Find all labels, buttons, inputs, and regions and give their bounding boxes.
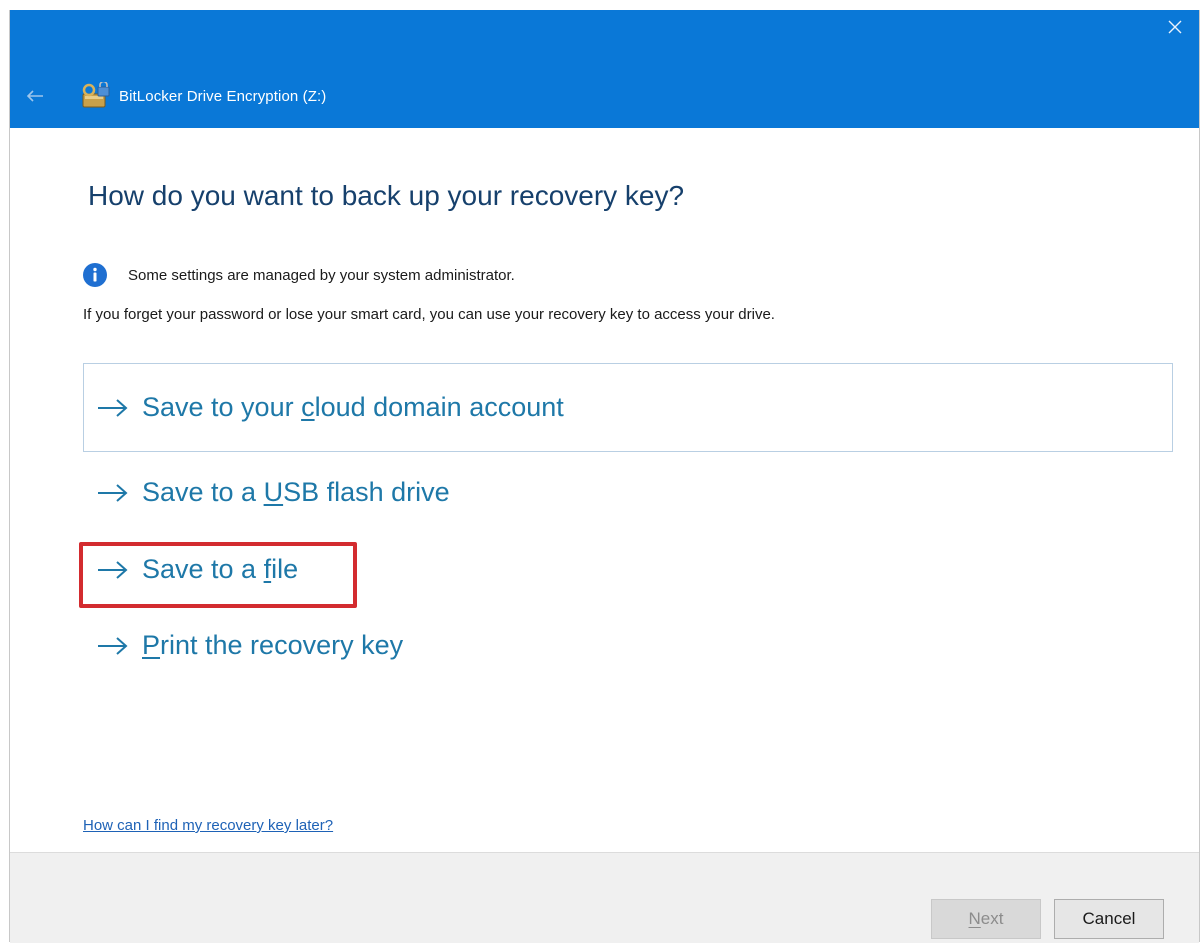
print-recovery-key-option[interactable]: Print the recovery key: [96, 630, 403, 661]
next-button[interactable]: Next: [931, 899, 1041, 939]
admin-notice-text: Some settings are managed by your system…: [128, 266, 515, 284]
footer: Next Cancel: [10, 852, 1199, 943]
back-button[interactable]: [24, 86, 46, 106]
title-bar: BitLocker Drive Encryption (Z:): [10, 10, 1199, 128]
window-title: BitLocker Drive Encryption (Z:): [119, 88, 327, 105]
bitlocker-window: BitLocker Drive Encryption (Z:) How do y…: [9, 10, 1200, 943]
close-icon: [1168, 20, 1182, 34]
highlight-box: [79, 542, 357, 608]
close-button[interactable]: [1151, 10, 1199, 44]
back-arrow-icon: [26, 90, 43, 102]
admin-notice: Some settings are managed by your system…: [82, 262, 515, 288]
right-arrow-icon: [98, 483, 128, 502]
bitlocker-icon: [82, 82, 110, 108]
cancel-button[interactable]: Cancel: [1054, 899, 1164, 939]
right-arrow-icon: [98, 398, 128, 417]
help-link[interactable]: How can I find my recovery key later?: [83, 817, 333, 834]
save-to-usb-option[interactable]: Save to a USB flash drive: [96, 477, 450, 508]
option-label: Save to your cloud domain account: [142, 392, 564, 422]
option-label: Save to a USB flash drive: [142, 477, 450, 507]
right-arrow-icon: [98, 636, 128, 655]
save-to-cloud-domain-account-option[interactable]: Save to your cloud domain account: [83, 363, 1173, 452]
page-heading: How do you want to back up your recovery…: [88, 180, 685, 211]
info-icon: [83, 263, 107, 287]
description: If you forget your password or lose your…: [83, 306, 775, 323]
option-label: Print the recovery key: [142, 630, 404, 660]
